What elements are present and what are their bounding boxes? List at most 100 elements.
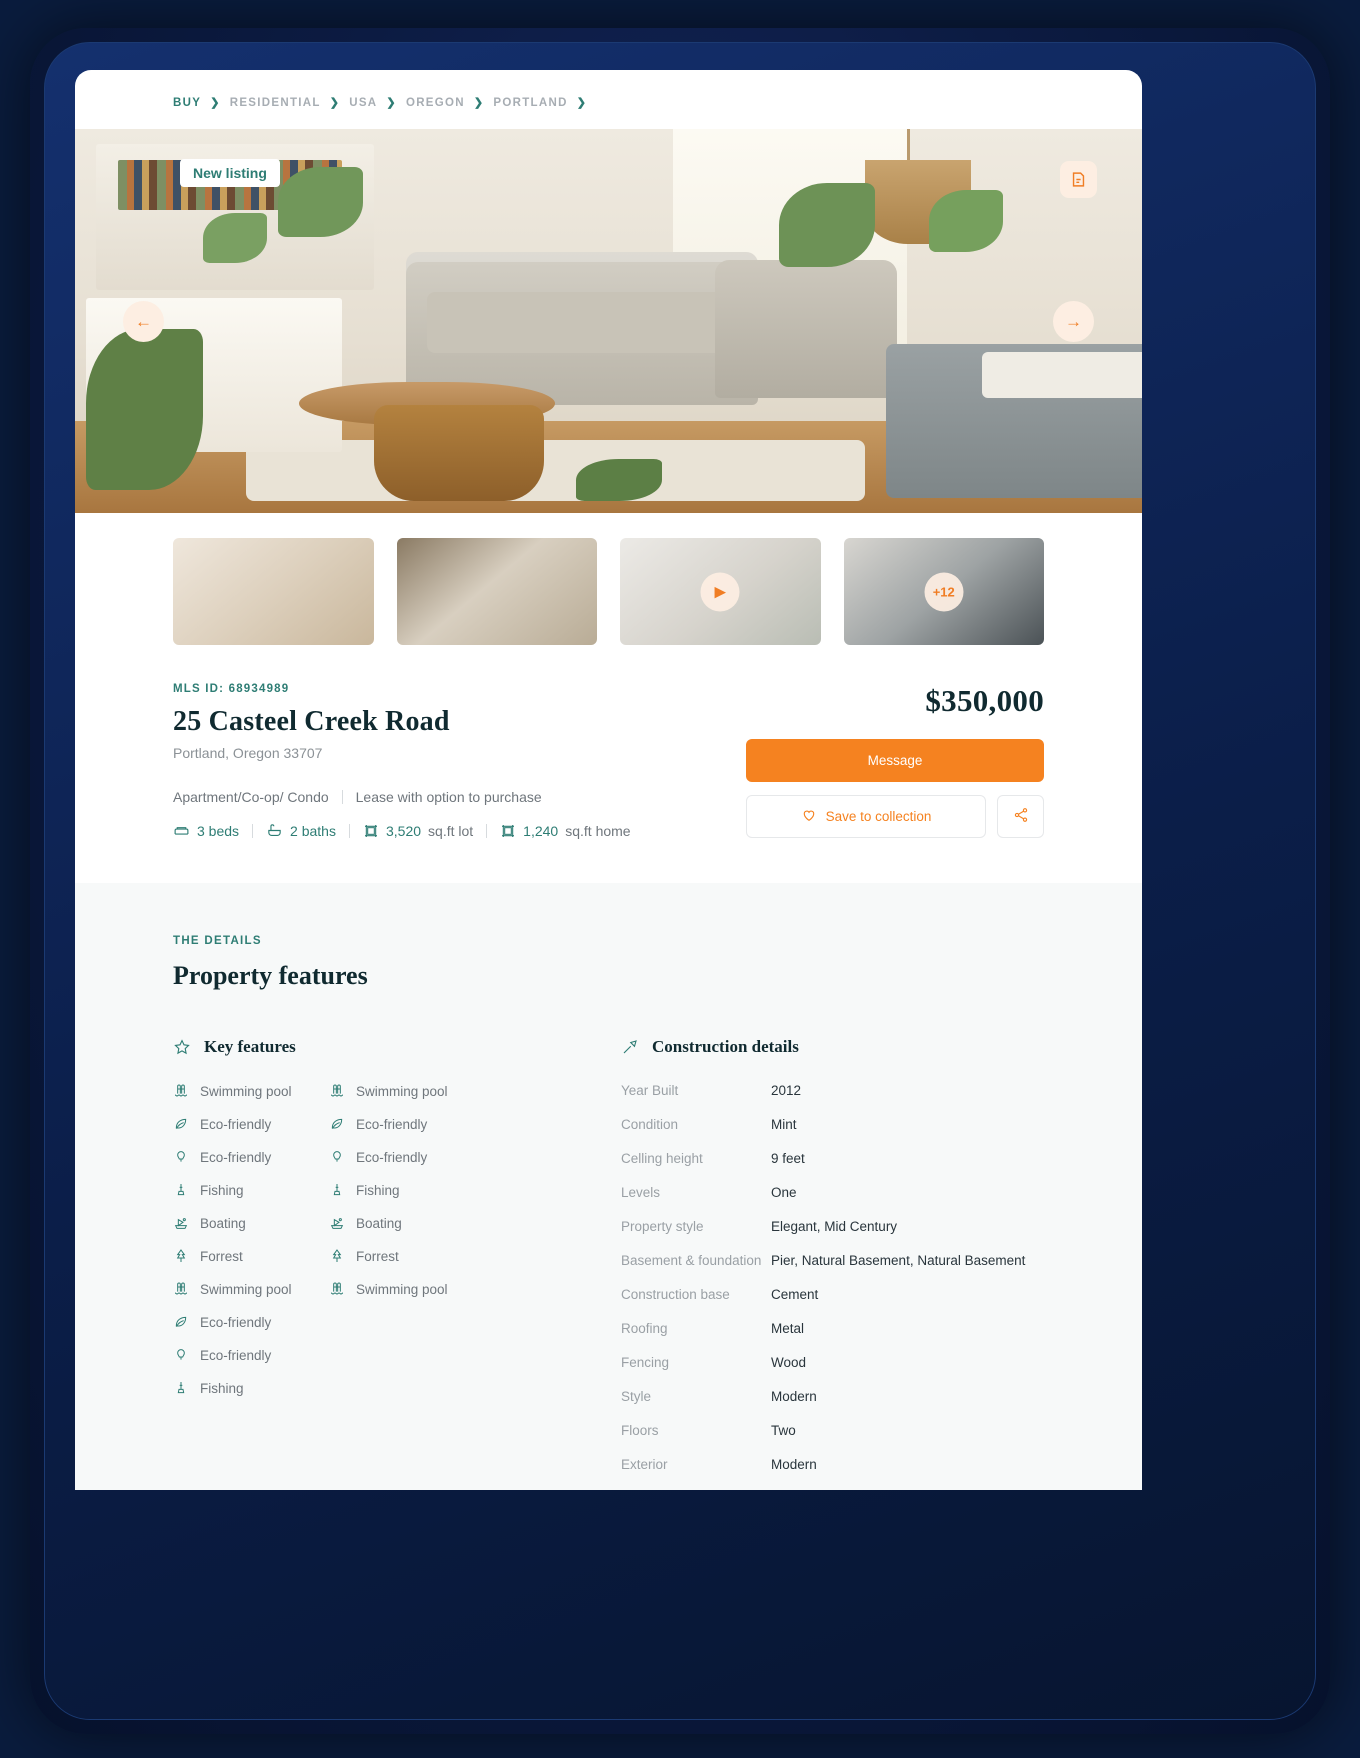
breadcrumb-item-usa[interactable]: USA — [349, 97, 377, 109]
key-features-title: Key features — [204, 1037, 296, 1056]
detail-key: Celling height — [621, 1151, 703, 1166]
listing-type-row: Apartment/Co-op/ Condo Lease with option… — [173, 789, 746, 805]
save-to-collection-label: Save to collection — [825, 809, 932, 824]
feature-label: Fishing — [356, 1182, 400, 1198]
message-button[interactable]: Message — [746, 739, 1044, 782]
breadcrumb: BUY ❯ RESIDENTIAL ❯ USA ❯ OREGON ❯ PORTL… — [75, 70, 1142, 110]
trowel-icon — [621, 1038, 639, 1056]
spec-beds: 3 beds — [173, 822, 239, 839]
detail-key: Basement & foundation — [621, 1253, 762, 1268]
feature-icon — [173, 1380, 189, 1396]
feature-item: Eco-friendly — [173, 1116, 329, 1132]
feature-icon — [329, 1083, 345, 1099]
bathtub-icon — [266, 822, 283, 839]
construction-details-title: Construction details — [652, 1037, 799, 1056]
feature-item: Forrest — [329, 1248, 485, 1264]
spec-lot-unit: sq.ft lot — [428, 822, 474, 839]
feature-label: Eco-friendly — [200, 1314, 272, 1330]
spec-beds-label: 3 beds — [197, 822, 240, 839]
breadcrumb-item-oregon[interactable]: OREGON — [406, 97, 465, 109]
save-listing-icon[interactable] — [1060, 161, 1097, 198]
feature-label: Boating — [200, 1215, 246, 1231]
detail-row: Celling height 9 feet — [621, 1151, 1044, 1166]
chevron-right-icon: ❯ — [210, 97, 221, 109]
listing-specs-row: 3 beds 2 baths 3,520 sq.ft lot 1,240 sq.… — [173, 822, 746, 839]
divider — [486, 823, 488, 838]
browser-screen: BUY ❯ RESIDENTIAL ❯ USA ❯ OREGON ❯ PORTL… — [75, 70, 1142, 1490]
detail-row: Property style Elegant, Mid Century — [621, 1219, 1044, 1234]
feature-item: Fishing — [173, 1380, 329, 1396]
chevron-right-icon: ❯ — [386, 97, 397, 109]
detail-row: Floors Two — [621, 1423, 1044, 1438]
thumbnail-strip: ▶ +12 — [75, 513, 1142, 645]
thumbnail-item[interactable] — [396, 538, 597, 645]
feature-label: Swimming pool — [200, 1281, 292, 1297]
construction-details-table: Year Built 2012 Condition Mint Celling heigh… — [621, 1083, 1044, 1490]
hero-gallery[interactable]: New listing ← → — [75, 129, 1142, 513]
construction-details-block: Construction details Year Built 2012 Condi… — [621, 1037, 1044, 1490]
feature-label: Eco-friendly — [200, 1347, 272, 1363]
feature-icon — [329, 1149, 345, 1165]
feature-item: Fishing — [173, 1182, 329, 1198]
feature-label: Eco-friendly — [200, 1149, 272, 1165]
detail-value: Pier, Natural Basement, Natural Basement — [771, 1253, 1026, 1268]
thumbnail-item[interactable]: ▶ — [620, 538, 821, 645]
listing-price: $350,000 — [925, 683, 1044, 718]
secondary-actions: Save to collection — [746, 795, 1044, 838]
breadcrumb-item-buy[interactable]: BUY — [173, 97, 201, 109]
construction-details-heading: Construction details — [621, 1037, 1044, 1057]
detail-value: Cement — [771, 1287, 819, 1302]
thumbnail-item[interactable] — [173, 538, 374, 645]
feature-icon — [173, 1215, 189, 1231]
detail-row: Fencing Wood — [621, 1355, 1044, 1370]
feature-item: Eco-friendly — [173, 1347, 329, 1363]
feature-label: Boating — [356, 1215, 402, 1231]
property-type: Apartment/Co-op/ Condo — [173, 789, 329, 805]
detail-key: Roofing — [621, 1321, 668, 1336]
save-to-collection-button[interactable]: Save to collection — [746, 795, 986, 838]
detail-key: Construction base — [621, 1287, 730, 1302]
detail-value: 9 feet — [771, 1151, 805, 1166]
detail-row: Levels One — [621, 1185, 1044, 1200]
feature-icon — [173, 1116, 189, 1132]
feature-item: Fishing — [329, 1182, 485, 1198]
gallery-prev-button[interactable]: ← — [123, 301, 164, 342]
spec-lot: 3,520 sq.ft lot — [363, 823, 473, 839]
feature-label: Fishing — [200, 1380, 244, 1396]
feature-item: Boating — [329, 1215, 485, 1231]
star-icon — [173, 1038, 191, 1056]
detail-value: Modern — [771, 1457, 817, 1472]
detail-row: Construction base Cement — [621, 1287, 1044, 1302]
play-icon[interactable]: ▶ — [700, 572, 740, 611]
detail-key: Condition — [621, 1117, 679, 1132]
detail-value: Wood — [771, 1355, 807, 1370]
feature-icon — [173, 1248, 189, 1264]
detail-value: 2012 — [771, 1083, 802, 1098]
feature-label: Eco-friendly — [356, 1116, 428, 1132]
home-area-icon — [500, 823, 516, 839]
share-button[interactable] — [997, 795, 1044, 838]
heart-icon — [801, 807, 817, 826]
breadcrumb-item-residential[interactable]: RESIDENTIAL — [230, 97, 321, 109]
detail-value: Modern — [771, 1389, 817, 1404]
status-badge-new-listing: New listing — [180, 159, 280, 187]
feature-item: Eco-friendly — [329, 1116, 485, 1132]
feature-icon — [173, 1347, 189, 1363]
feature-item: Swimming pool — [329, 1083, 485, 1099]
chevron-right-icon: ❯ — [329, 97, 341, 109]
feature-label: Eco-friendly — [200, 1116, 272, 1132]
feature-label: Forrest — [356, 1248, 399, 1264]
thumbnail-item[interactable]: +12 — [843, 538, 1044, 645]
detail-row: Style Modern — [621, 1389, 1044, 1404]
feature-item: Forrest — [173, 1248, 329, 1264]
more-photos-badge[interactable]: +12 — [924, 572, 964, 611]
breadcrumb-item-portland[interactable]: PORTLAND — [493, 97, 567, 109]
feature-item: Boating — [173, 1215, 329, 1231]
gallery-next-button[interactable]: → — [1053, 301, 1094, 342]
feature-icon — [329, 1116, 345, 1132]
spec-home-value: 1,240 — [523, 822, 559, 839]
listing-city: Portland, Oregon 33707 — [173, 745, 323, 761]
feature-label: Forrest — [200, 1248, 243, 1264]
section-eyebrow: THE DETAILS — [173, 935, 262, 947]
feature-item: Eco-friendly — [173, 1149, 329, 1165]
